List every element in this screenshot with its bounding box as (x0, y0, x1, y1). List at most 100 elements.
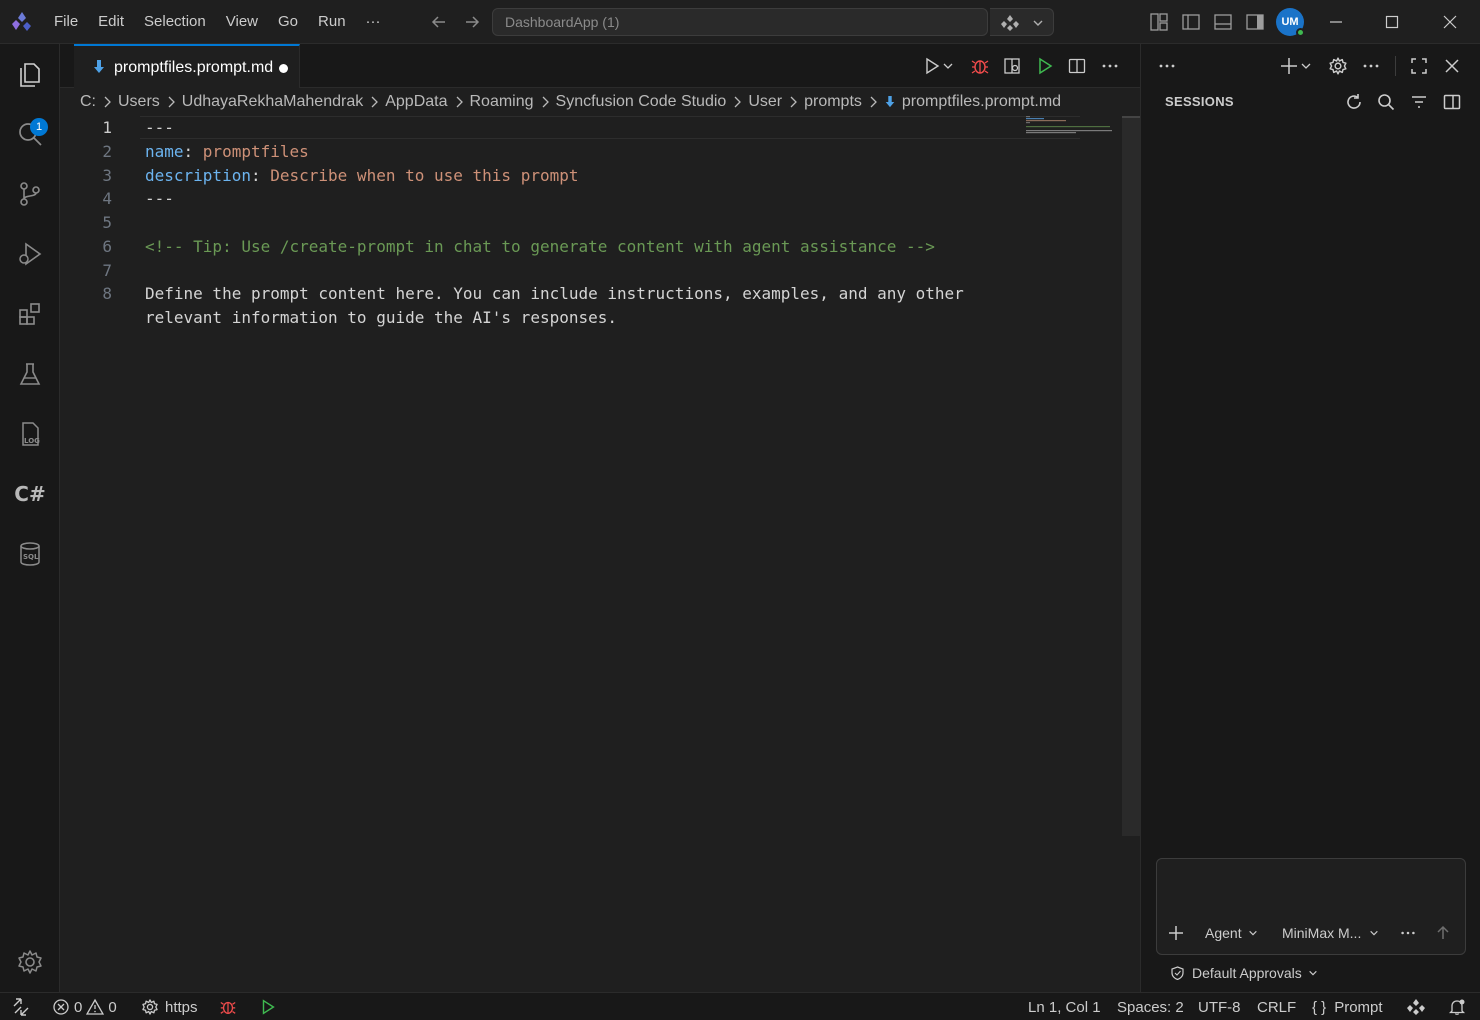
close-window-button[interactable] (1422, 0, 1478, 44)
current-line-highlight (140, 116, 1080, 139)
minimap[interactable] (1026, 116, 1116, 136)
split-editor-button[interactable] (1065, 54, 1089, 78)
copilot-menu-button[interactable] (990, 8, 1054, 36)
remote-indicator[interactable] (12, 993, 30, 1020)
breadcrumb-prompts[interactable]: prompts (804, 93, 862, 111)
unsaved-dot-icon[interactable] (279, 64, 288, 73)
breadcrumb-drive[interactable]: C: (80, 93, 96, 111)
menu-edit[interactable]: Edit (88, 0, 134, 44)
yaml-key: name (145, 142, 184, 161)
ellipsis-icon (1401, 931, 1415, 935)
explorer-badge: 1 (30, 118, 48, 136)
menu-go[interactable]: Go (268, 0, 308, 44)
side-panel-icon (1443, 94, 1461, 110)
chevron-right-icon (369, 96, 379, 108)
launch-profile-indicator[interactable]: https (141, 993, 198, 1020)
run-status-button[interactable] (259, 993, 277, 1020)
panel-more-actions[interactable] (1155, 54, 1179, 78)
encoding-indicator[interactable]: UTF-8 (1198, 993, 1241, 1020)
toggle-primary-sidebar-icon[interactable] (1180, 11, 1202, 33)
filter-sessions-button[interactable] (1407, 90, 1431, 114)
error-icon (53, 999, 69, 1015)
extensions-button[interactable] (12, 296, 48, 332)
chevron-down-icon (1248, 930, 1257, 936)
run-options-dropdown[interactable] (940, 54, 956, 78)
debug-button[interactable] (968, 54, 992, 78)
toggle-panel-icon[interactable] (1212, 11, 1234, 33)
breadcrumb-appdata[interactable]: AppData (385, 93, 447, 111)
mode-picker[interactable]: Agent (1205, 921, 1258, 945)
search-sessions-button[interactable] (1374, 90, 1398, 114)
menu-selection[interactable]: Selection (134, 0, 216, 44)
menu-view[interactable]: View (216, 0, 268, 44)
chat-input-box[interactable]: Agent MiniMax M... (1156, 858, 1466, 955)
code-line-1: --- (145, 118, 174, 137)
add-context-button[interactable] (1167, 921, 1185, 945)
command-center-search[interactable]: DashboardApp (1) (492, 8, 988, 36)
title-bar: File Edit Selection View Go Run ··· Dash… (0, 0, 1480, 44)
new-session-dropdown[interactable] (1299, 54, 1313, 78)
source-control-button[interactable] (12, 176, 48, 212)
breadcrumb-users[interactable]: Users (118, 93, 160, 111)
maximize-button[interactable] (1364, 0, 1420, 44)
code-editor[interactable]: 1 2 3 4 5 6 7 8 --- name: promptfiles de… (60, 116, 1120, 992)
menu-run[interactable]: Run (308, 0, 356, 44)
debug-status-button[interactable] (219, 993, 237, 1020)
forward-arrow-icon[interactable] (461, 11, 483, 33)
gear-icon (142, 999, 158, 1015)
send-button[interactable] (1435, 921, 1451, 945)
line-number: 1 (102, 118, 112, 137)
chevron-right-icon (868, 96, 878, 108)
toggle-secondary-sidebar-icon[interactable] (1244, 11, 1266, 33)
breadcrumb-user-folder[interactable]: UdhayaRekhaMahendrak (182, 93, 363, 111)
error-count: 0 (74, 998, 83, 1016)
activity-bar: LOG C# SQL 1 (0, 44, 60, 992)
breadcrumb-user[interactable]: User (748, 93, 782, 111)
menu-more[interactable]: ··· (356, 0, 391, 44)
problems-indicator[interactable]: 0 0 (52, 993, 117, 1020)
editor-group: promptfiles.prompt.md C: Users UdhayaRek (60, 44, 1140, 992)
chevron-right-icon (102, 96, 112, 108)
maximize-panel-button[interactable] (1407, 54, 1431, 78)
breadcrumb-code-studio[interactable]: Syncfusion Code Studio (556, 93, 727, 111)
breadcrumb-roaming[interactable]: Roaming (470, 93, 534, 111)
manage-button[interactable] (12, 944, 48, 980)
tab-promptfiles[interactable]: promptfiles.prompt.md (74, 44, 300, 88)
customize-layout-icon[interactable] (1148, 11, 1170, 33)
yaml-value: promptfiles (202, 142, 309, 161)
run-file-button[interactable] (1033, 54, 1057, 78)
eol-indicator[interactable]: CRLF (1257, 993, 1296, 1020)
csharp-button[interactable]: C# (12, 476, 48, 512)
testing-button[interactable] (12, 356, 48, 392)
language-mode[interactable]: { } Prompt (1312, 993, 1383, 1020)
run-debug-button[interactable] (12, 236, 48, 272)
explorer-button[interactable] (12, 56, 48, 92)
cursor-position[interactable]: Ln 1, Col 1 (1028, 993, 1101, 1020)
sql-database-button[interactable]: SQL (12, 536, 48, 572)
yaml-value: Describe when to use this prompt (270, 166, 579, 185)
refresh-sessions-button[interactable] (1342, 90, 1366, 114)
breadcrumb-file[interactable]: promptfiles.prompt.md (902, 93, 1061, 111)
chat-more-button[interactable] (1399, 921, 1417, 945)
editor-more-actions[interactable] (1098, 54, 1122, 78)
code-line-4: --- (145, 189, 174, 208)
log-viewer-button[interactable]: LOG (12, 416, 48, 452)
panel-overflow-button[interactable] (1359, 54, 1383, 78)
minimize-button[interactable] (1308, 0, 1364, 44)
model-picker[interactable]: MiniMax M... (1282, 921, 1379, 945)
close-panel-button[interactable] (1440, 54, 1464, 78)
new-session-button[interactable] (1277, 54, 1301, 78)
notifications-button[interactable] (1448, 993, 1466, 1020)
approvals-picker[interactable]: Default Approvals (1171, 965, 1318, 981)
open-preview-button[interactable] (1000, 54, 1024, 78)
warning-count: 0 (108, 998, 117, 1016)
scrollbar-thumb[interactable] (1122, 116, 1140, 836)
menu-file[interactable]: File (44, 0, 88, 44)
panel-settings-button[interactable] (1326, 54, 1350, 78)
back-arrow-icon[interactable] (428, 11, 450, 33)
indentation-indicator[interactable]: Spaces: 2 (1117, 993, 1184, 1020)
plus-icon (1281, 58, 1297, 74)
approvals-label: Default Approvals (1192, 965, 1302, 981)
toggle-sessions-layout-button[interactable] (1440, 90, 1464, 114)
copilot-status-button[interactable] (1406, 993, 1426, 1020)
